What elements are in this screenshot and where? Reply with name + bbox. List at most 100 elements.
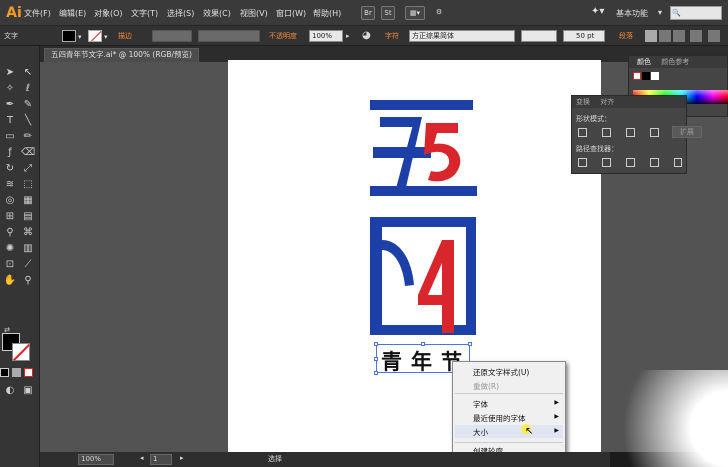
- line-tool-icon[interactable]: ╲: [21, 114, 35, 127]
- menu-item-recent-fonts[interactable]: 最近使用的字体: [473, 413, 526, 424]
- font-family-field[interactable]: 方正综果简体: [409, 30, 515, 42]
- chevron-down-icon[interactable]: ▾: [104, 30, 108, 44]
- exclude-icon[interactable]: [650, 128, 659, 137]
- expand-button[interactable]: 扩展: [672, 126, 702, 138]
- curvature-icon[interactable]: ✎: [21, 98, 35, 111]
- symbol-sprayer-icon[interactable]: ✺: [3, 242, 17, 255]
- unite-icon[interactable]: [578, 128, 587, 137]
- none-mode-icon[interactable]: [24, 368, 33, 377]
- menu-edit[interactable]: 编辑(E): [59, 8, 86, 19]
- slice-tool-icon[interactable]: ⟋: [21, 258, 35, 271]
- intersect-icon[interactable]: [626, 128, 635, 137]
- wusi-logo-artwork[interactable]: [370, 100, 480, 336]
- page-next-icon[interactable]: ▸: [180, 454, 184, 462]
- align-center-icon[interactable]: [659, 30, 671, 42]
- chevron-right-icon[interactable]: ▸: [346, 29, 350, 43]
- transform-icon[interactable]: [690, 30, 702, 42]
- black-color-icon[interactable]: [642, 72, 650, 80]
- blend-tool-icon[interactable]: ⌘: [21, 226, 35, 239]
- resize-handle[interactable]: [421, 342, 425, 346]
- tab-color[interactable]: 颜色: [637, 58, 651, 66]
- resize-handle[interactable]: [374, 342, 378, 346]
- menu-item-font[interactable]: 字体: [473, 399, 488, 410]
- workspace-switcher[interactable]: 基本功能: [616, 8, 648, 19]
- selection-tool-icon[interactable]: ➤: [3, 66, 17, 79]
- variable-width-field[interactable]: [198, 30, 260, 42]
- zoom-tool-icon[interactable]: ⚲: [21, 274, 35, 287]
- none-color-icon[interactable]: [633, 72, 641, 80]
- fill-color-swatch[interactable]: [62, 30, 76, 42]
- menu-item-undo-type-style[interactable]: 还原文字样式(U): [473, 367, 529, 378]
- paintbrush-icon[interactable]: ƒ: [3, 146, 17, 159]
- minus-front-icon[interactable]: [602, 128, 611, 137]
- menu-select[interactable]: 选择(S): [167, 8, 194, 19]
- search-input[interactable]: [670, 6, 722, 20]
- panel-menu-icon[interactable]: [708, 30, 720, 42]
- character-label[interactable]: 字符: [385, 29, 399, 43]
- free-transform-icon[interactable]: ⬚: [21, 178, 35, 191]
- tab-align[interactable]: 对齐: [600, 98, 614, 106]
- artboard-number-field[interactable]: 1: [150, 454, 172, 465]
- align-right-icon[interactable]: [673, 30, 685, 42]
- align-left-icon[interactable]: [645, 30, 657, 42]
- eyedropper-icon[interactable]: ⚲: [3, 226, 17, 239]
- outline-icon[interactable]: [674, 158, 682, 167]
- merge-icon[interactable]: [626, 158, 635, 167]
- shape-builder-icon[interactable]: ◎: [3, 194, 17, 207]
- column-graph-icon[interactable]: ▥: [21, 242, 35, 255]
- menu-item-redo[interactable]: 重做(R): [473, 381, 499, 392]
- resize-handle[interactable]: [374, 357, 378, 361]
- zoom-field[interactable]: 100%: [78, 454, 114, 465]
- page-prev-icon[interactable]: ◂: [140, 454, 144, 462]
- menu-file[interactable]: 文件(F): [24, 8, 51, 19]
- lasso-icon[interactable]: ℓ: [21, 82, 35, 95]
- rectangle-tool-icon[interactable]: ▭: [3, 130, 17, 143]
- stroke-swatch[interactable]: [12, 343, 30, 361]
- crop-icon[interactable]: [650, 158, 659, 167]
- divide-icon[interactable]: [578, 158, 587, 167]
- direct-selection-tool-icon[interactable]: ↖: [21, 66, 35, 79]
- recolor-icon[interactable]: ◕: [362, 29, 371, 43]
- tab-color-guide[interactable]: 颜色参考: [661, 58, 689, 66]
- gpu-icon[interactable]: ⚙: [432, 6, 446, 20]
- menu-help[interactable]: 帮助(H): [313, 8, 341, 19]
- artboard-tool-icon[interactable]: ⊡: [3, 258, 17, 271]
- chevron-down-icon[interactable]: ▾: [78, 30, 82, 44]
- document-tab[interactable]: 五四青年节文字.ai* @ 100% (RGB/预览): [44, 48, 199, 62]
- swap-colors-icon[interactable]: ⇄: [0, 324, 14, 337]
- trim-icon[interactable]: [602, 158, 611, 167]
- gradient-tool-icon[interactable]: ▤: [21, 210, 35, 223]
- resize-handle[interactable]: [468, 342, 472, 346]
- menu-effect[interactable]: 效果(C): [203, 8, 231, 19]
- opacity-label[interactable]: 不透明度: [269, 29, 297, 43]
- font-style-field[interactable]: [521, 30, 557, 42]
- warp-tool-icon[interactable]: ≋: [3, 178, 17, 191]
- pen-tool-icon[interactable]: ✒: [3, 98, 17, 111]
- tab-transform[interactable]: 变换: [576, 98, 590, 106]
- stock-button[interactable]: St: [381, 6, 395, 20]
- pin-icon[interactable]: ✦▾: [591, 6, 604, 17]
- eraser-icon[interactable]: ⌫: [21, 146, 35, 159]
- menu-item-size[interactable]: 大小: [473, 427, 488, 438]
- magic-wand-icon[interactable]: ✧: [3, 82, 17, 95]
- chevron-down-icon[interactable]: ▾: [658, 8, 662, 17]
- drawing-mode-icon[interactable]: ◐: [3, 384, 17, 397]
- stroke-label[interactable]: 描边: [118, 29, 132, 43]
- bridge-button[interactable]: Br: [361, 6, 375, 20]
- type-tool-icon[interactable]: T: [3, 114, 17, 127]
- mesh-tool-icon[interactable]: ⊞: [3, 210, 17, 223]
- opacity-field[interactable]: 100%: [309, 30, 343, 42]
- white-color-icon[interactable]: [651, 72, 659, 80]
- perspective-grid-icon[interactable]: ▦: [21, 194, 35, 207]
- paragraph-label[interactable]: 段落: [619, 29, 633, 43]
- screen-mode-icon[interactable]: ▣: [21, 384, 35, 397]
- stroke-color-swatch[interactable]: [88, 30, 102, 42]
- pencil-icon[interactable]: ✏: [21, 130, 35, 143]
- color-mode-icon[interactable]: [0, 368, 9, 377]
- stroke-weight-field[interactable]: [152, 30, 192, 42]
- scale-tool-icon[interactable]: ⤢: [21, 162, 35, 175]
- rotate-tool-icon[interactable]: ↻: [3, 162, 17, 175]
- font-size-field[interactable]: 50 pt: [563, 30, 605, 42]
- hand-tool-icon[interactable]: ✋: [3, 274, 17, 287]
- gradient-mode-icon[interactable]: [12, 368, 21, 377]
